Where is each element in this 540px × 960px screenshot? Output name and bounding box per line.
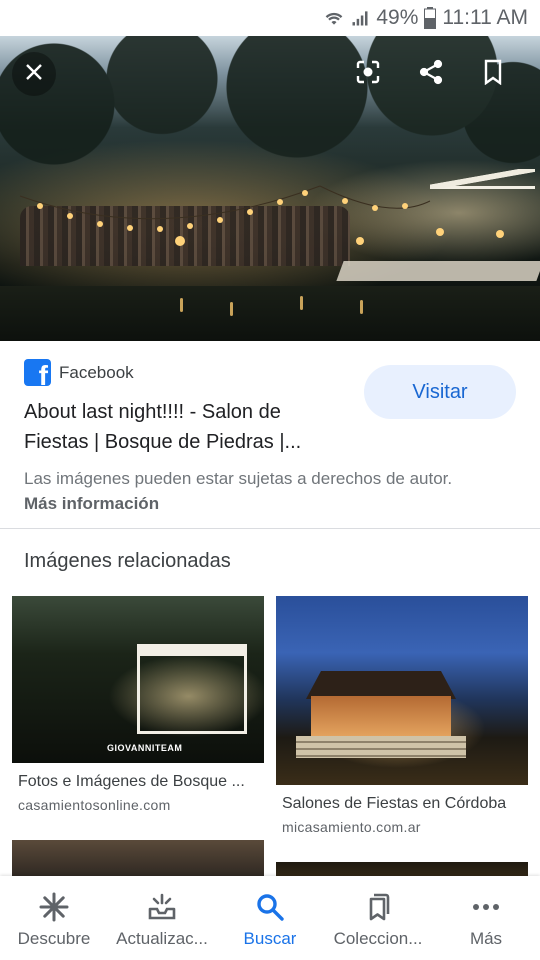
hall-graphic [311, 696, 451, 736]
nav-label: Coleccion... [333, 929, 423, 948]
more-info-link[interactable]: Más información [24, 494, 159, 514]
wifi-icon [324, 8, 344, 28]
close-button[interactable] [12, 52, 56, 96]
related-image-thumbnail[interactable] [12, 840, 264, 880]
lens-button[interactable] [346, 52, 390, 96]
related-image-card[interactable] [276, 862, 528, 882]
nav-label: Buscar [243, 929, 297, 948]
clock: 11:11 AM [442, 6, 528, 29]
updates-icon [146, 890, 178, 924]
save-button[interactable] [471, 52, 515, 96]
lens-icon [355, 59, 381, 90]
string-lights [19, 185, 504, 246]
battery-percent: 49% [376, 6, 419, 29]
light-reflection [230, 302, 233, 316]
hero-image[interactable] [0, 36, 540, 341]
steps-graphic [296, 736, 466, 758]
related-image-domain: micasamiento.com.ar [282, 819, 421, 835]
close-icon [24, 62, 44, 87]
watermark-text: GIOVANNITEAM [107, 743, 183, 753]
share-icon [418, 59, 444, 90]
nav-search[interactable]: Buscar [216, 876, 324, 960]
result-info: f Facebook Visitar About last night!!!! … [0, 341, 540, 529]
nav-discover[interactable]: Descubre [0, 876, 108, 960]
related-images-heading: Imágenes relacionadas [24, 550, 231, 572]
result-title[interactable]: About last night!!!! - Salon de Fiestas … [24, 397, 344, 457]
bookmark-icon [482, 59, 504, 90]
hall-roof-graphic [306, 671, 456, 699]
nav-label: Actualizac... [116, 929, 208, 948]
status-bar: 49% 11:11 AM [0, 0, 540, 36]
related-image-card[interactable] [12, 840, 264, 880]
asterisk-icon [38, 890, 70, 924]
related-image-card[interactable]: Salones de Fiestas en Córdoba micasamien… [276, 596, 528, 841]
related-image-thumbnail[interactable]: GIOVANNITEAM [12, 596, 264, 763]
related-image-caption[interactable]: Salones de Fiestas en Córdoba [282, 795, 522, 813]
copyright-notice: Las imágenes pueden estar sujetas a dere… [24, 469, 453, 488]
collections-icon [362, 890, 394, 924]
light-reflection [360, 300, 363, 314]
nav-label: Más [469, 929, 503, 948]
nav-more[interactable]: Más [432, 876, 540, 960]
source-name: Facebook [59, 362, 134, 382]
bottom-navigation: Descubre Actualizac... Buscar Coleccion.… [0, 876, 540, 960]
facebook-logo-icon: f [24, 359, 51, 386]
search-icon [254, 890, 286, 924]
nav-collections[interactable]: Coleccion... [324, 876, 432, 960]
related-image-domain: casamientosonline.com [18, 797, 171, 813]
signal-icon [350, 8, 370, 28]
related-image-thumbnail[interactable] [276, 596, 528, 785]
share-button[interactable] [409, 52, 453, 96]
source-row[interactable]: f Facebook [24, 359, 134, 386]
light-reflection [180, 298, 183, 312]
visit-button[interactable]: Visitar [364, 365, 516, 419]
more-dots-icon [470, 890, 502, 924]
related-image-caption[interactable]: Fotos e Imágenes de Bosque ... [18, 773, 258, 791]
nav-label: Descubre [17, 929, 91, 948]
battery-icon [424, 7, 437, 29]
nav-updates[interactable]: Actualizac... [108, 876, 216, 960]
related-image-card[interactable]: GIOVANNITEAM Fotos e Imágenes de Bosque … [12, 596, 264, 821]
light-reflection [300, 296, 303, 310]
tent-graphic [137, 644, 247, 734]
